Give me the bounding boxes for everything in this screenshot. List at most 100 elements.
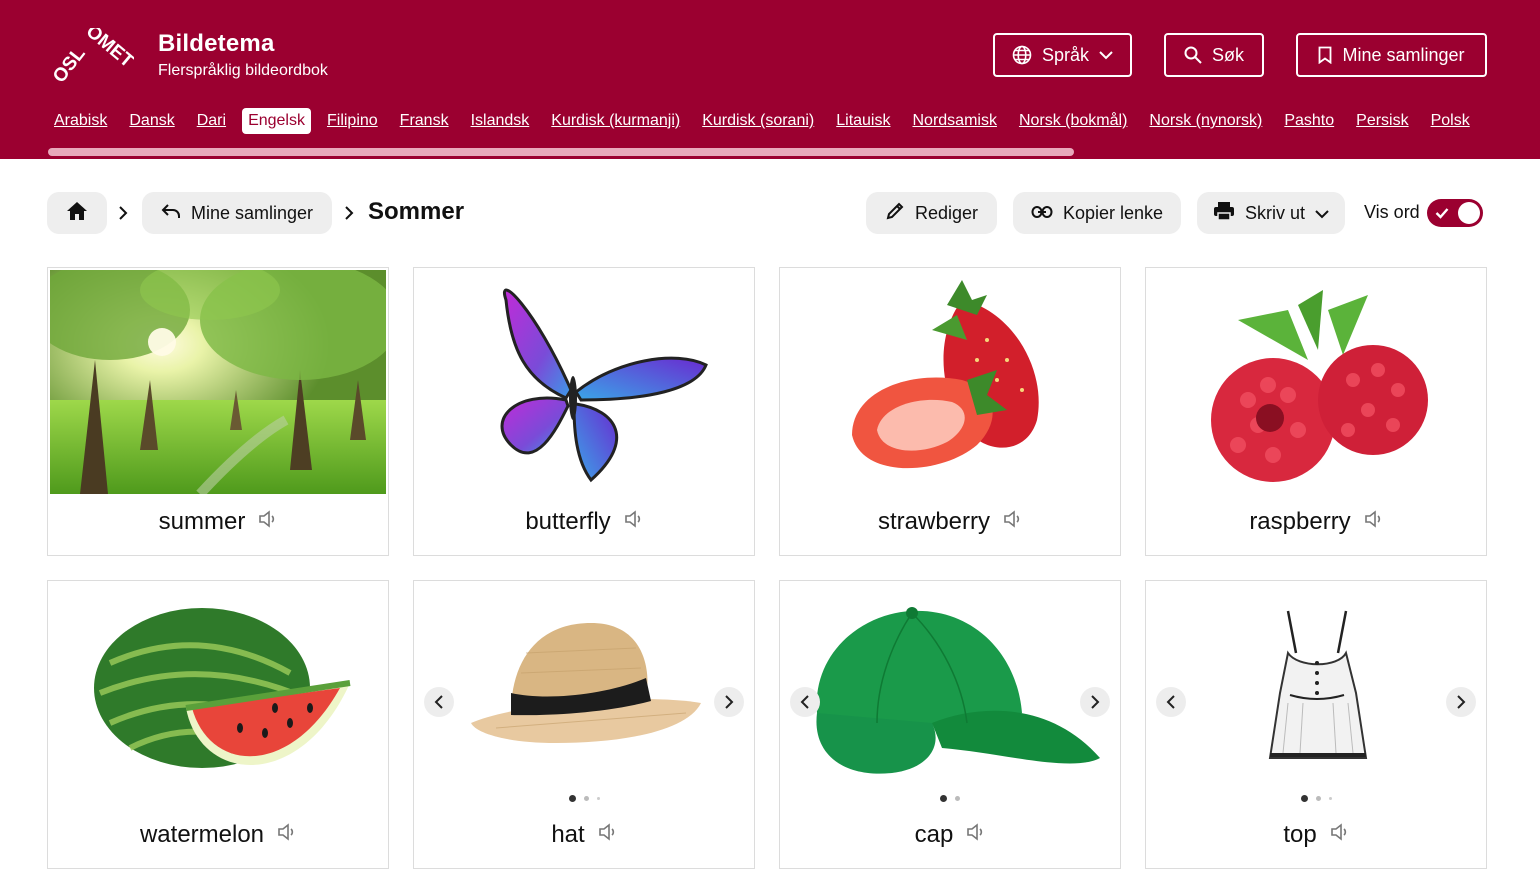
print-button[interactable]: Skriv ut bbox=[1197, 192, 1345, 234]
copy-link-button[interactable]: Kopier lenke bbox=[1013, 192, 1181, 234]
globe-icon bbox=[1012, 45, 1032, 65]
language-link[interactable]: Nordsamisk bbox=[906, 108, 1002, 134]
language-list: Arabisk Dansk Dari Engelsk Filipino Fransk Isl… bbox=[48, 108, 1490, 138]
carousel-dot[interactable] bbox=[583, 796, 589, 801]
language-link[interactable]: Fransk bbox=[394, 108, 455, 134]
raspberry-image bbox=[1148, 270, 1484, 494]
word-card-raspberry[interactable]: raspberry bbox=[1145, 267, 1487, 556]
search-button-label: Søk bbox=[1211, 44, 1244, 65]
carousel-dot[interactable] bbox=[1300, 795, 1308, 802]
word-label-row: top bbox=[1146, 821, 1486, 849]
word-card-cap[interactable]: cap bbox=[779, 580, 1121, 869]
carousel-dot[interactable] bbox=[1328, 797, 1332, 800]
word-text: summer bbox=[158, 508, 246, 535]
chevron-right-icon bbox=[117, 200, 131, 226]
word-card-watermelon[interactable]: watermelon bbox=[47, 580, 389, 869]
carousel-dots bbox=[780, 795, 1120, 802]
language-link[interactable]: Norsk (bokmål) bbox=[1013, 108, 1133, 134]
carousel-prev-button[interactable] bbox=[1156, 687, 1186, 717]
carousel-next-button[interactable] bbox=[1080, 687, 1110, 717]
speaker-icon[interactable] bbox=[1363, 508, 1383, 536]
top-image bbox=[1148, 583, 1484, 807]
word-card-butterfly[interactable]: butterfly bbox=[413, 267, 755, 556]
watermelon-image bbox=[50, 583, 386, 807]
site-title[interactable]: Bildetema bbox=[158, 30, 275, 58]
word-label-row: hat bbox=[414, 821, 754, 849]
word-card-top[interactable]: top bbox=[1145, 580, 1487, 869]
home-button[interactable] bbox=[47, 192, 107, 234]
speaker-icon[interactable] bbox=[965, 821, 985, 849]
word-text: butterfly bbox=[525, 508, 611, 535]
carousel-dots bbox=[414, 795, 754, 802]
my-collections-button[interactable]: Mine samlinger bbox=[1296, 33, 1487, 77]
home-icon bbox=[66, 201, 88, 226]
word-text: top bbox=[1283, 821, 1317, 848]
speaker-icon[interactable] bbox=[597, 821, 617, 849]
site-subtitle: Flerspråklig bildeordbok bbox=[158, 62, 328, 79]
word-label-row: watermelon bbox=[48, 821, 388, 849]
carousel-next-button[interactable] bbox=[1446, 687, 1476, 717]
edit-button-label: Rediger bbox=[914, 202, 979, 223]
oslomet-logo[interactable]: OSL OMET bbox=[44, 21, 138, 87]
copy-link-label: Kopier lenke bbox=[1062, 202, 1164, 223]
carousel-prev-button[interactable] bbox=[424, 687, 454, 717]
word-label-row: butterfly bbox=[414, 508, 754, 536]
word-text: cap bbox=[914, 821, 954, 848]
word-card-strawberry[interactable]: strawberry bbox=[779, 267, 1121, 556]
word-text: watermelon bbox=[139, 821, 265, 848]
language-button[interactable]: Språk bbox=[993, 33, 1132, 77]
language-link[interactable]: Litauisk bbox=[830, 108, 896, 134]
carousel-dot[interactable] bbox=[596, 797, 600, 800]
cap-image bbox=[782, 583, 1118, 807]
svg-text:OMET: OMET bbox=[82, 28, 134, 72]
carousel-dots bbox=[1146, 795, 1486, 802]
language-link[interactable]: Dari bbox=[191, 108, 232, 134]
word-card-summer[interactable]: summer bbox=[47, 267, 389, 556]
language-link[interactable]: Kurdisk (sorani) bbox=[696, 108, 820, 134]
language-link[interactable]: Kurdisk (kurmanji) bbox=[545, 108, 686, 134]
language-scrollbar[interactable] bbox=[48, 148, 1490, 156]
search-button[interactable]: Søk bbox=[1164, 33, 1264, 77]
language-link[interactable]: Persisk bbox=[1350, 108, 1414, 134]
language-link[interactable]: Filipino bbox=[321, 108, 384, 134]
language-link[interactable]: Norsk (nynorsk) bbox=[1143, 108, 1268, 134]
breadcrumb-collections-label: Mine samlinger bbox=[190, 202, 314, 223]
carousel-dot[interactable] bbox=[568, 795, 576, 802]
check-icon bbox=[1435, 206, 1449, 224]
word-text: raspberry bbox=[1249, 508, 1351, 535]
language-link[interactable]: Arabisk bbox=[48, 108, 113, 134]
show-words-toggle[interactable] bbox=[1427, 199, 1483, 227]
speaker-icon[interactable] bbox=[1002, 508, 1022, 536]
speaker-icon[interactable] bbox=[257, 508, 277, 536]
carousel-dot[interactable] bbox=[940, 795, 947, 802]
word-label-row: cap bbox=[780, 821, 1120, 849]
word-card-hat[interactable]: hat bbox=[413, 580, 755, 869]
language-link-active[interactable]: Engelsk bbox=[242, 108, 311, 134]
carousel-dot[interactable] bbox=[1315, 796, 1321, 801]
language-link[interactable]: Islandsk bbox=[465, 108, 536, 134]
edit-button[interactable]: Rediger bbox=[866, 192, 997, 234]
language-link[interactable]: Dansk bbox=[123, 108, 180, 134]
bookmark-icon bbox=[1318, 46, 1332, 64]
word-text: strawberry bbox=[877, 508, 991, 535]
carousel-prev-button[interactable] bbox=[790, 687, 820, 717]
page-title: Sommer bbox=[368, 198, 465, 225]
strawberry-image bbox=[782, 270, 1118, 494]
language-link[interactable]: Pashto bbox=[1278, 108, 1340, 134]
language-link[interactable]: Polsk bbox=[1425, 108, 1476, 134]
carousel-next-button[interactable] bbox=[714, 687, 744, 717]
back-arrow-icon bbox=[161, 203, 181, 224]
butterfly-image bbox=[416, 270, 752, 494]
carousel-dot[interactable] bbox=[955, 796, 960, 801]
language-button-label: Språk bbox=[1041, 44, 1090, 65]
speaker-icon[interactable] bbox=[276, 821, 296, 849]
speaker-icon[interactable] bbox=[623, 508, 643, 536]
speaker-icon[interactable] bbox=[1329, 821, 1349, 849]
hat-image bbox=[416, 583, 752, 807]
chevron-right-icon bbox=[343, 200, 357, 226]
search-icon bbox=[1184, 46, 1202, 64]
breadcrumb-collections[interactable]: Mine samlinger bbox=[142, 192, 332, 234]
link-icon bbox=[1031, 203, 1053, 224]
word-label-row: raspberry bbox=[1146, 508, 1486, 536]
scrollbar-thumb[interactable] bbox=[48, 148, 1074, 156]
